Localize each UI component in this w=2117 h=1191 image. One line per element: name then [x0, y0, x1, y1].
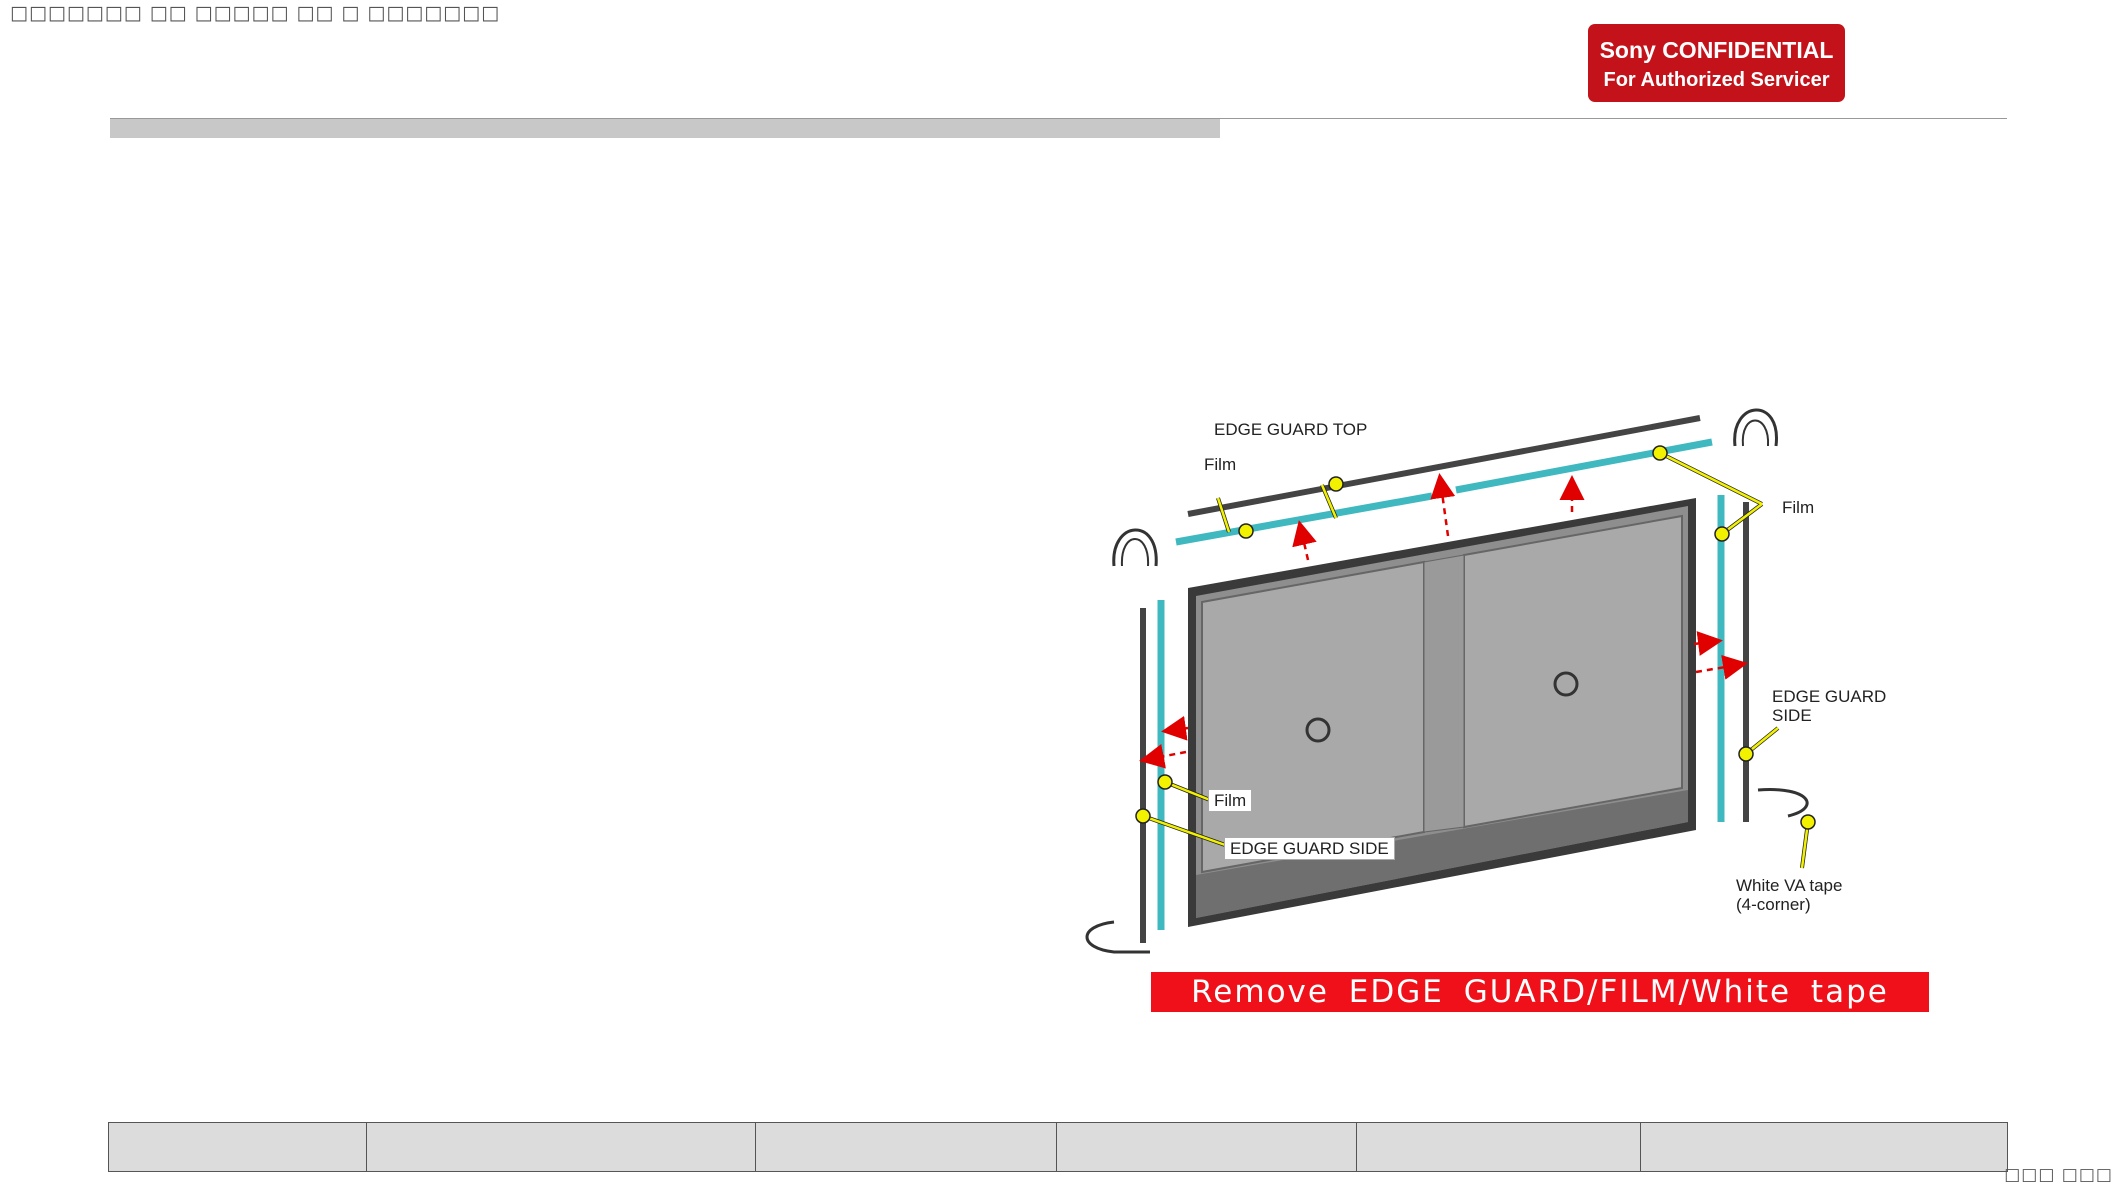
footer-cell [1056, 1122, 1357, 1172]
label-edge-guard-side-right-line1: EDGE GUARD [1772, 687, 1887, 706]
footer-cell [1640, 1122, 2008, 1172]
label-edge-guard-top: EDGE GUARD TOP [1214, 420, 1368, 439]
footer-cell [366, 1122, 756, 1172]
label-white-va-tape-line1: White VA tape [1736, 876, 1843, 895]
instruction-banner: Remove EDGE GUARD/FILM/White tape [1151, 972, 1929, 1012]
footer-row [108, 1122, 2008, 1172]
footer-cell [108, 1122, 367, 1172]
edge-guard-removal-diagram: EDGE GUARD TOP Film Film EDGE GUARD SIDE… [1070, 390, 1940, 1020]
header-garbled-text: □□□□□□□ □□ □□□□□ □□ □ □□□□□□□ [10, 2, 501, 24]
film-top-right [1455, 438, 1713, 494]
label-edge-guard-side-left: EDGE GUARD SIDE [1224, 837, 1395, 860]
confidential-title: Sony CONFIDENTIAL [1599, 37, 1834, 63]
header-gray-bar [110, 119, 1220, 138]
label-film-top-right: Film [1782, 498, 1815, 517]
footer-cell [755, 1122, 1057, 1172]
label-film-top-left: Film [1204, 455, 1237, 474]
film-top-left [1175, 492, 1433, 546]
label-film-left: Film [1208, 789, 1253, 812]
confidential-badge: Sony CONFIDENTIAL For Authorized Service… [1588, 24, 1845, 102]
confidential-subtitle: For Authorized Servicer [1603, 69, 1830, 91]
tape-corner-top-right [1733, 408, 1778, 447]
tape-corner-top-left [1112, 528, 1158, 567]
label-white-va-tape: White VA tape (4-corner) [1736, 876, 1842, 914]
tv-panel [1188, 498, 1696, 927]
footer-cell [1356, 1122, 1641, 1172]
tape-corner-bottom-right [1757, 788, 1809, 818]
label-edge-guard-side-right: EDGE GUARD SIDE [1772, 687, 1886, 725]
footer-table [108, 1122, 2008, 1172]
label-edge-guard-side-right-line2: SIDE [1772, 706, 1812, 725]
label-white-va-tape-line2: (4-corner) [1736, 895, 1811, 914]
page-number: □□□ □□□ [2004, 1165, 2113, 1185]
